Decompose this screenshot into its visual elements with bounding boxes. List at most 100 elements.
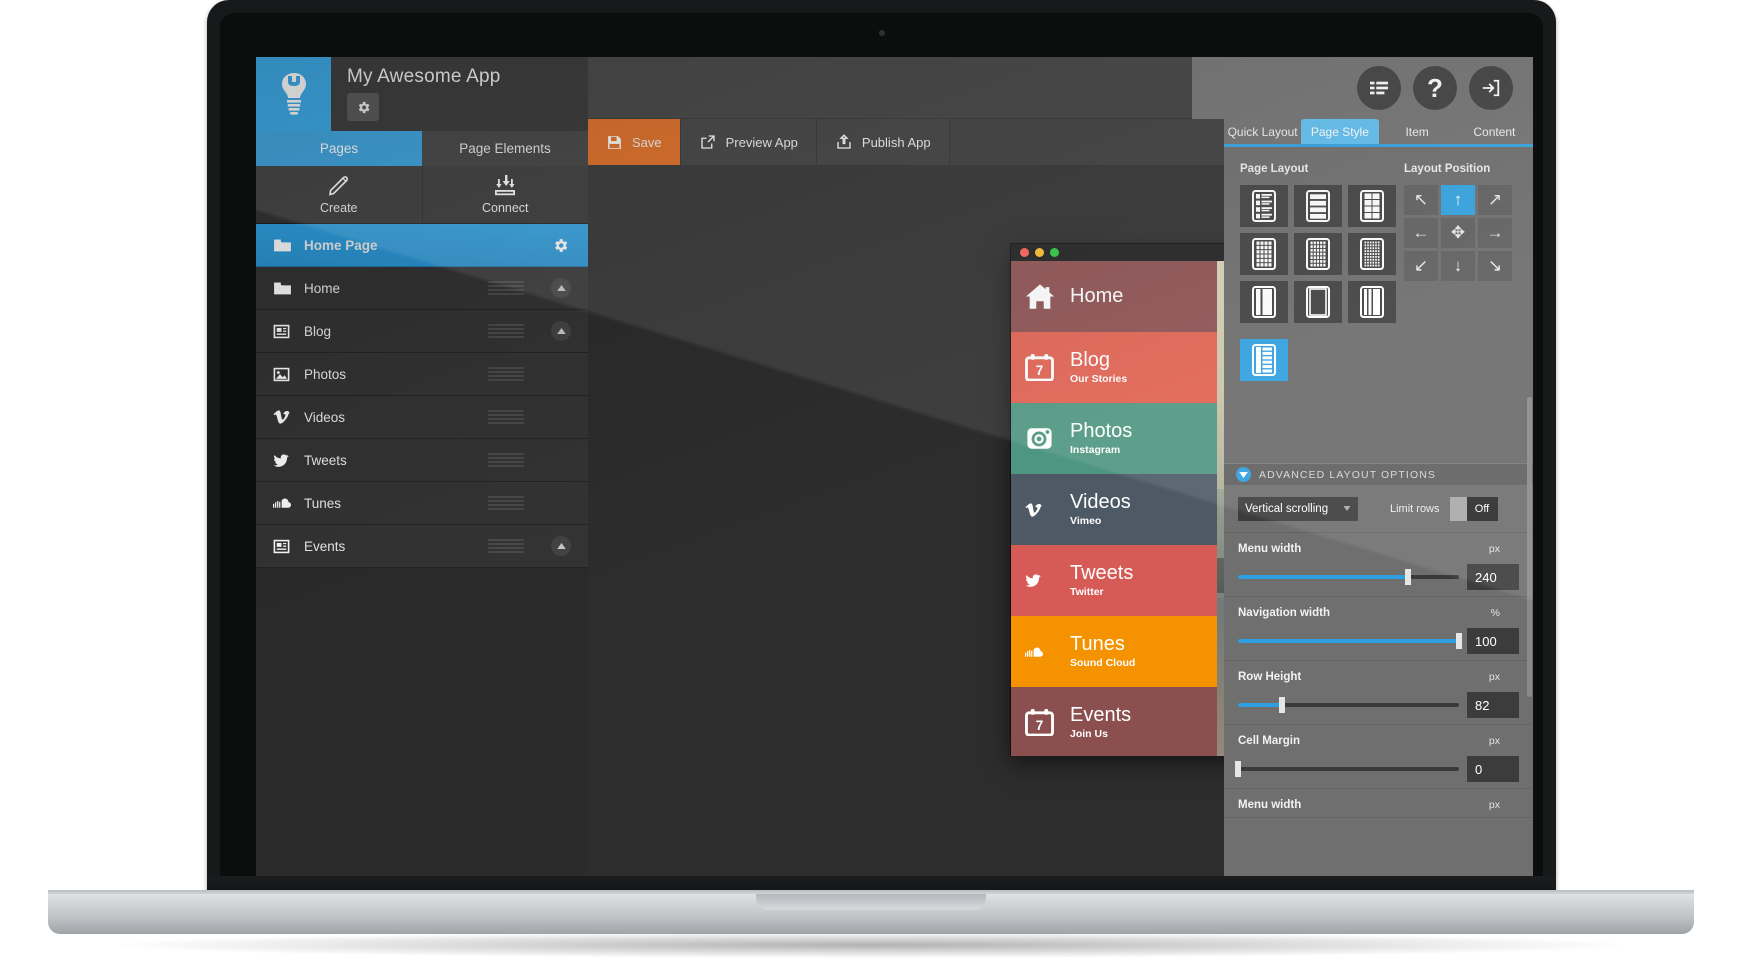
slider-thumb[interactable]: [1279, 697, 1286, 713]
preview-app-button[interactable]: Preview App: [680, 119, 817, 165]
preview-menu-title: Tunes: [1070, 633, 1125, 655]
layout-option-sidebar-layout[interactable]: [1348, 281, 1396, 323]
connect-button[interactable]: Connect: [421, 166, 588, 223]
layout-option-fine-grid-layout[interactable]: [1294, 233, 1342, 275]
arrow-right-icon[interactable]: →: [1478, 218, 1512, 248]
create-button[interactable]: Create: [256, 166, 422, 223]
arrow-down-right-icon[interactable]: ↘: [1478, 251, 1512, 281]
twitter-icon: [1025, 573, 1067, 588]
list-align-icon[interactable]: [1357, 66, 1401, 110]
preview-menu-row-tunes[interactable]: Tunes Sound Cloud: [1011, 616, 1217, 687]
layout-option-two-col-grid-layout[interactable]: [1348, 185, 1396, 227]
arrow-down-left-icon[interactable]: ↙: [1404, 251, 1438, 281]
publish-app-button[interactable]: Publish App: [816, 119, 950, 165]
tab-content[interactable]: Content: [1455, 119, 1533, 144]
save-button[interactable]: Save: [588, 119, 681, 165]
layout-option-single-panel-layout[interactable]: [1294, 281, 1342, 323]
slider-track[interactable]: [1235, 761, 1459, 777]
slider-thumb[interactable]: [1235, 761, 1241, 777]
position-glyph: ←: [1412, 223, 1430, 242]
expand-chevron-icon[interactable]: [551, 321, 571, 341]
chevron-down-icon: [1236, 467, 1251, 482]
slider-track[interactable]: [1238, 633, 1462, 649]
close-dot-icon[interactable]: [1020, 248, 1029, 257]
slider-label: Navigation width: [1238, 607, 1330, 619]
slider-header: Cell Margin px: [1238, 735, 1519, 747]
slider-list: Menu width px 240 Navigation width % 100…: [1224, 533, 1533, 818]
page-list-item-photos[interactable]: Photos: [256, 353, 588, 396]
arrow-up-icon[interactable]: ↑: [1441, 185, 1475, 215]
page-layout-label: Page Layout: [1240, 163, 1309, 175]
brand-meta: My Awesome App: [331, 57, 588, 131]
tab-pages[interactable]: Pages: [256, 131, 422, 166]
preview-menu-row-tweets[interactable]: Tweets Twitter: [1011, 545, 1217, 616]
limit-rows-toggle[interactable]: Off: [1449, 496, 1498, 521]
layout-option-stacked-rows-layout[interactable]: [1294, 185, 1342, 227]
app-window: My Awesome App Pages Page Elements Creat…: [256, 57, 1533, 896]
slider-thumb[interactable]: [1456, 633, 1462, 649]
preview-menu-row-videos[interactable]: Videos Vimeo: [1011, 474, 1217, 545]
position-glyph: ↙: [1413, 256, 1429, 275]
page-settings-gear-icon[interactable]: [549, 234, 571, 256]
page-style-panel: Page Layout Layout Position ↖ ↑ ↗ ← ✥ → ↙ ↓ ↘: [1224, 147, 1533, 463]
slider-value-input[interactable]: 100: [1467, 628, 1519, 654]
arrow-up-left-icon[interactable]: ↖: [1404, 185, 1438, 215]
preview-menu-row-blog[interactable]: 7 Blog Our Stories: [1011, 332, 1217, 403]
expand-chevron-icon[interactable]: [551, 278, 571, 298]
scroll-mode-select[interactable]: Vertical scrolling: [1238, 496, 1358, 521]
page-list-item-home-page[interactable]: Home Page: [256, 224, 588, 267]
right-panel-scrollbar[interactable]: [1527, 397, 1532, 697]
twitter-icon: [273, 453, 297, 468]
tab-quick-layout[interactable]: Quick Layout: [1224, 119, 1302, 144]
page-list-item-events[interactable]: Events: [256, 525, 588, 568]
slider-track[interactable]: [1238, 697, 1459, 713]
page-list-item-home[interactable]: Home: [256, 267, 588, 310]
layout-option-menu-list-layout[interactable]: [1240, 339, 1288, 381]
page-list-item-tweets[interactable]: Tweets: [256, 439, 588, 482]
drag-handle-icon[interactable]: [488, 539, 524, 553]
slider-value-input[interactable]: 82: [1467, 692, 1519, 718]
page-list-item-videos[interactable]: Videos: [256, 396, 588, 439]
page-list-item-blog[interactable]: Blog: [256, 310, 588, 353]
arrow-up-right-icon[interactable]: ↗: [1478, 185, 1512, 215]
preview-menu-title: Blog: [1070, 349, 1111, 371]
right-panel-header: ?: [1224, 57, 1533, 119]
drag-handle-icon[interactable]: [488, 410, 524, 424]
preview-menu-row-events[interactable]: 7 Events Join Us: [1011, 687, 1217, 756]
news-icon: [273, 539, 297, 554]
position-glyph: ↖: [1413, 190, 1429, 209]
drag-handle-icon[interactable]: [488, 281, 524, 295]
maximize-dot-icon[interactable]: [1050, 248, 1059, 257]
layout-option-list-detail-layout[interactable]: [1240, 185, 1288, 227]
laptop-lid: My Awesome App Pages Page Elements Creat…: [207, 0, 1556, 896]
arrow-down-icon[interactable]: ↓: [1441, 251, 1475, 281]
layout-option-dense-grid-layout[interactable]: [1240, 233, 1288, 275]
slider-track[interactable]: [1238, 569, 1459, 585]
advanced-layout-options-header[interactable]: ADVANCED LAYOUT OPTIONS: [1224, 463, 1533, 485]
slider-value-input[interactable]: 0: [1467, 756, 1519, 782]
drag-handle-icon[interactable]: [488, 324, 524, 338]
preview-menu-row-home[interactable]: Home: [1011, 261, 1217, 332]
help-icon[interactable]: ?: [1413, 66, 1457, 110]
preview-menu-row-photos[interactable]: Photos Instagram: [1011, 403, 1217, 474]
slider-value-input[interactable]: 240: [1467, 564, 1519, 590]
layout-option-split-panel-layout[interactable]: [1240, 281, 1288, 323]
page-layout-selected-cell: [1240, 339, 1288, 381]
logout-icon[interactable]: [1469, 66, 1513, 110]
slider-thumb[interactable]: [1405, 569, 1412, 585]
tab-page-style[interactable]: Page Style: [1301, 119, 1379, 144]
drag-handle-icon[interactable]: [488, 453, 524, 467]
drag-handle-icon[interactable]: [488, 367, 524, 381]
layout-option-table-layout[interactable]: [1348, 233, 1396, 275]
tab-page-elements[interactable]: Page Elements: [422, 131, 588, 166]
app-settings-button[interactable]: [347, 93, 379, 121]
page-list-item-tunes[interactable]: Tunes: [256, 482, 588, 525]
minimize-dot-icon[interactable]: [1035, 248, 1044, 257]
connect-label: Connect: [481, 201, 529, 215]
tab-item[interactable]: Item: [1378, 119, 1456, 144]
laptop-bezel: My Awesome App Pages Page Elements Creat…: [220, 13, 1543, 896]
arrow-center-icon[interactable]: ✥: [1441, 218, 1475, 248]
arrow-left-icon[interactable]: ←: [1404, 218, 1438, 248]
drag-handle-icon[interactable]: [488, 496, 524, 510]
expand-chevron-icon[interactable]: [551, 536, 571, 556]
